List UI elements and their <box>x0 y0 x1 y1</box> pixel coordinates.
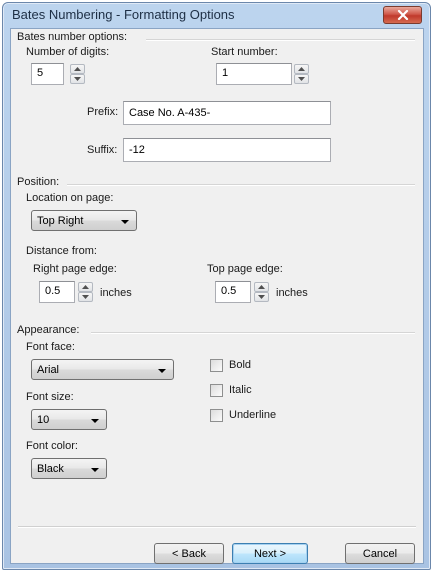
suffix-value: -12 <box>129 144 145 156</box>
right-edge-input[interactable]: 0.5 <box>39 281 75 303</box>
digits-spin-up[interactable] <box>70 64 85 74</box>
digits-input[interactable]: 5 <box>31 63 64 85</box>
close-x-icon <box>397 10 408 20</box>
chevron-down-icon <box>121 220 129 224</box>
font-face-value: Arial <box>37 364 60 376</box>
start-number-value: 1 <box>222 67 229 79</box>
cancel-button[interactable]: Cancel <box>345 543 415 564</box>
spin-down-arrow-icon <box>74 77 81 81</box>
right-edge-units: inches <box>100 287 132 299</box>
back-button[interactable]: < Back <box>154 543 224 564</box>
start-number-spin-up[interactable] <box>294 64 309 74</box>
next-button[interactable]: Next > <box>232 543 308 564</box>
top-edge-spin-up[interactable] <box>254 282 269 292</box>
italic-label: Italic <box>229 384 252 396</box>
distance-from-label: Distance from: <box>26 245 97 257</box>
appearance-group-label: Appearance: <box>17 324 80 336</box>
spin-up-arrow-icon <box>258 285 265 289</box>
spin-down-arrow-icon <box>82 295 89 299</box>
font-color-label: Font color: <box>26 440 78 452</box>
start-number-spin-down[interactable] <box>294 74 309 84</box>
right-edge-value: 0.5 <box>45 285 61 297</box>
font-face-label: Font face: <box>26 341 75 353</box>
location-select[interactable]: Top Right <box>31 210 137 231</box>
chevron-down-icon <box>91 468 99 472</box>
suffix-label: Suffix: <box>87 144 118 156</box>
start-number-input[interactable]: 1 <box>216 63 292 85</box>
prefix-value: Case No. A-435- <box>129 107 211 119</box>
position-group-line <box>67 184 415 186</box>
spin-down-arrow-icon <box>298 77 305 81</box>
font-size-value: 10 <box>37 414 50 426</box>
bates-options-group-label: Bates number options: <box>17 31 128 43</box>
location-value: Top Right <box>37 215 84 227</box>
appearance-group-line <box>91 332 415 334</box>
font-size-label: Font size: <box>26 391 74 403</box>
spin-up-arrow-icon <box>298 67 305 71</box>
bold-label: Bold <box>229 359 252 371</box>
bates-options-group-line <box>146 39 415 41</box>
bold-checkbox[interactable] <box>210 359 223 372</box>
close-button[interactable] <box>383 6 422 24</box>
digits-spin-down[interactable] <box>70 74 85 84</box>
right-edge-spin-down[interactable] <box>78 292 93 302</box>
suffix-input[interactable]: -12 <box>123 138 331 162</box>
position-group-label: Position: <box>17 176 60 188</box>
chevron-down-icon <box>158 369 166 373</box>
bates-formatting-dialog: Bates Numbering - Formatting Options Bat… <box>2 2 431 570</box>
spin-up-arrow-icon <box>82 285 89 289</box>
prefix-input[interactable]: Case No. A-435- <box>123 101 331 125</box>
title-bar[interactable]: Bates Numbering - Formatting Options <box>3 3 430 27</box>
prefix-label: Prefix: <box>87 106 119 118</box>
digits-value: 5 <box>37 67 44 79</box>
underline-checkbox[interactable] <box>210 409 223 422</box>
dialog-body: Bates number options: Number of digits: … <box>10 28 424 564</box>
underline-label: Underline <box>229 409 277 421</box>
font-size-select[interactable]: 10 <box>31 409 107 430</box>
top-edge-label: Top page edge: <box>207 263 283 275</box>
font-color-select[interactable]: Black <box>31 458 107 479</box>
spin-down-arrow-icon <box>258 295 265 299</box>
italic-checkbox[interactable] <box>210 384 223 397</box>
start-number-label: Start number: <box>211 46 278 58</box>
digits-label: Number of digits: <box>26 46 110 58</box>
top-edge-value: 0.5 <box>221 285 237 297</box>
top-edge-spin-down[interactable] <box>254 292 269 302</box>
font-color-value: Black <box>37 463 64 475</box>
font-face-select[interactable]: Arial <box>31 359 174 380</box>
chevron-down-icon <box>91 419 99 423</box>
top-edge-units: inches <box>276 287 308 299</box>
location-label: Location on page: <box>26 192 114 204</box>
top-edge-input[interactable]: 0.5 <box>215 281 251 303</box>
right-edge-label: Right page edge: <box>33 263 117 275</box>
spin-up-arrow-icon <box>74 67 81 71</box>
footer-separator <box>18 526 416 528</box>
window-title: Bates Numbering - Formatting Options <box>12 7 235 22</box>
right-edge-spin-up[interactable] <box>78 282 93 292</box>
